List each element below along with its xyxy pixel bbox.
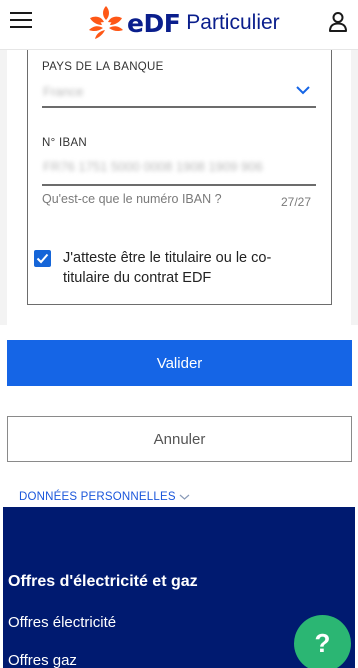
help-button[interactable]: ?: [294, 615, 351, 668]
edf-logo[interactable]: eDF Particulier: [86, 5, 280, 41]
question-mark-icon: ?: [314, 628, 331, 658]
attestation-checkbox[interactable]: [34, 250, 51, 267]
user-account-icon[interactable]: [328, 11, 348, 33]
validate-button[interactable]: Valider: [7, 340, 352, 386]
chevron-down-icon[interactable]: [295, 84, 311, 96]
bank-country-label: PAYS DE LA BANQUE: [42, 61, 164, 73]
footer-link-gas[interactable]: Offres gaz: [8, 652, 77, 668]
cancel-button[interactable]: Annuler: [7, 416, 352, 462]
footer-section-title: Offres d'électricité et gaz: [8, 573, 198, 590]
iban-char-count: 27/27: [281, 195, 312, 209]
iban-input[interactable]: FR76 1751 5000 0008 1908 1909 906: [43, 159, 263, 174]
checkmark-icon: [36, 253, 49, 264]
logo-wordmark: eDF: [127, 8, 181, 38]
iban-help-link[interactable]: Qu'est-ce que le numéro IBAN ?: [42, 192, 222, 206]
attestation-label: J'atteste être le titulaire ou le co-tit…: [63, 250, 272, 286]
personal-data-toggle[interactable]: DONNÉES PERSONNELLES: [19, 491, 190, 503]
logo-subtitle: Particulier: [186, 11, 280, 34]
bank-country-select[interactable]: France: [43, 84, 83, 99]
hamburger-menu-icon[interactable]: [10, 12, 32, 30]
personal-data-label: DONNÉES PERSONNELLES: [19, 491, 176, 503]
bank-country-underline: [42, 106, 316, 108]
header: eDF Particulier: [0, 0, 358, 50]
edf-sun-icon: [89, 6, 123, 39]
footer-link-electricity[interactable]: Offres électricité: [8, 614, 116, 631]
chevron-down-icon: [179, 494, 190, 500]
iban-label: N° IBAN: [42, 137, 88, 149]
iban-underline: [42, 184, 316, 186]
